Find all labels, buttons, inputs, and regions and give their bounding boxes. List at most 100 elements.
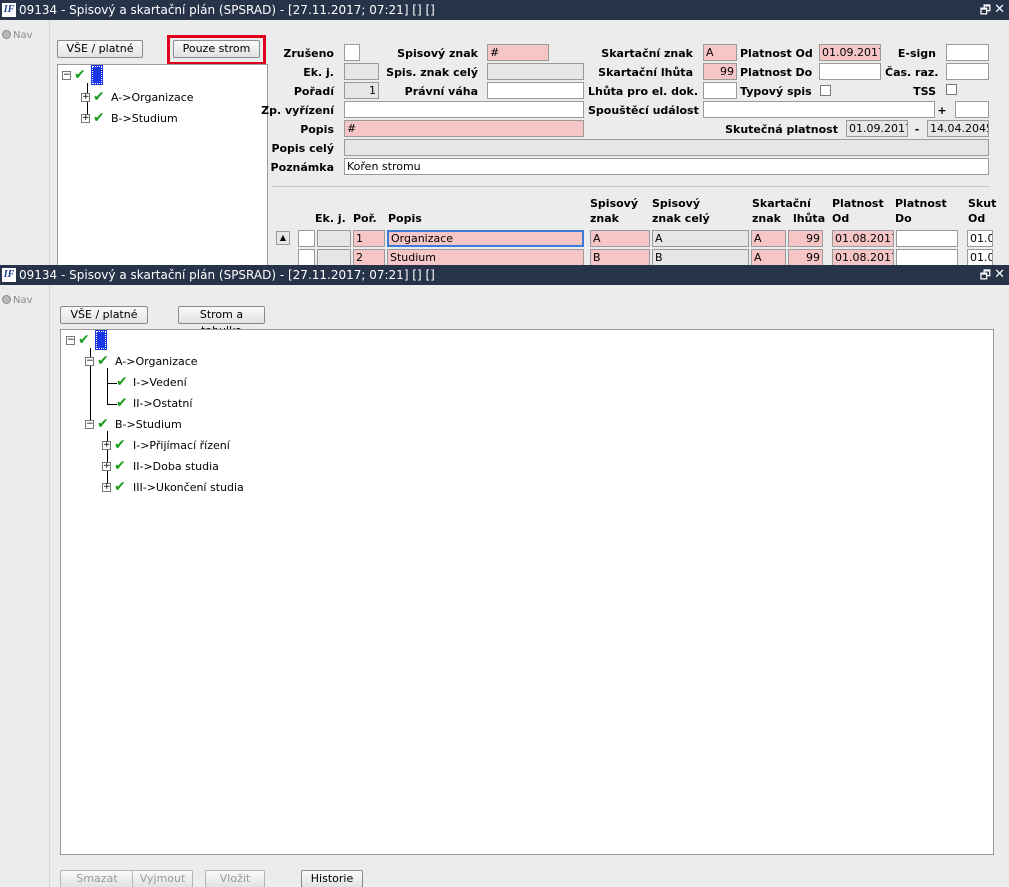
expand-icon[interactable]: + [81,93,90,102]
form-separator [272,186,990,187]
row-platnost-od[interactable]: 01.08.2017 [832,249,894,265]
expand-icon[interactable]: + [102,441,111,450]
cas-raz-field[interactable] [946,63,989,80]
col-header-ek-j: Ek. j. [315,212,346,225]
row-sk-znak[interactable]: A [751,230,786,247]
restore-icon[interactable]: 🗗 [980,265,991,285]
expand-icon[interactable]: + [102,483,111,492]
pravni-vaha-field[interactable] [487,82,584,99]
expand-icon[interactable]: + [102,462,111,471]
app-logo-icon: IF [2,268,16,282]
tree-node-studium[interactable]: B->Studium [111,112,178,125]
platnost-do-field[interactable] [819,63,881,80]
scroll-up-icon[interactable]: ▲ [276,231,290,245]
row-por[interactable]: 1 [353,230,385,247]
spsrad-window-top: IF 09134 - Spisový a skartační plán (SPS… [0,0,1009,265]
col-header-lhuta: lhůta [793,212,826,225]
tree-node-studium[interactable]: B->Studium [115,418,182,431]
strom-a-tabulka-button[interactable]: Strom a tabulka [178,306,265,337]
row-znak[interactable]: B [590,249,650,265]
smazat-button[interactable]: Smazat [60,870,134,887]
check-icon: ✔ [97,416,109,432]
typovy-spis-checkbox[interactable] [820,85,831,96]
col-header-znak-cely-1: Spisový [652,197,701,210]
check-icon: ✔ [116,395,128,411]
left-nav-strip: Nav [0,20,50,265]
restore-icon[interactable]: 🗗 [980,0,991,20]
zp-vyrizeni-field[interactable] [344,101,584,118]
close-icon[interactable]: ✕ [994,0,1005,20]
row-platnost-od[interactable]: 01.08.2017 [832,230,894,247]
row-por[interactable]: 2 [353,249,385,265]
row-popis[interactable]: Studium [387,249,584,265]
row-platnost-do[interactable] [896,230,958,247]
tree-node-ukonceni-studia[interactable]: III->Ukončení studia [133,481,244,494]
collapse-icon[interactable]: − [62,71,71,80]
row-lhuta[interactable]: 99 [788,249,823,265]
vlozit-button[interactable]: Vložit [205,870,265,887]
typovy-spis-label: Typový spis [740,85,812,98]
esign-field[interactable] [946,44,989,61]
spisovy-znak-field[interactable]: # [487,44,549,61]
collapse-icon[interactable]: − [66,336,75,345]
check-icon: ✔ [74,67,86,83]
tss-label: TSS [913,85,936,98]
row-lhuta[interactable]: 99 [788,230,823,247]
root-node-icon[interactable] [91,65,103,85]
lhuta-el-dok-field[interactable] [703,82,737,99]
poznamka-field[interactable]: Kořen stromu [344,158,989,175]
nav-toggle[interactable]: Nav [2,295,33,306]
row-selector[interactable] [298,230,315,247]
row-skut-od: 01.0 [967,249,993,265]
tree-panel[interactable]: − ✔ − ✔ A->Organizace ✔ I->Vedení ✔ II->… [60,329,994,855]
tree-node-doba-studia[interactable]: II->Doba studia [133,460,219,473]
zruseno-field[interactable] [344,44,360,61]
nav-toggle[interactable]: Nav [2,30,33,41]
historie-button[interactable]: Historie [301,870,363,887]
pravni-vaha-label: Právní váha [404,85,478,98]
collapse-icon[interactable]: − [85,357,94,366]
row-popis[interactable]: Organizace [387,230,584,247]
row-ek-j [317,230,351,247]
spousteci-udalost-field[interactable] [703,101,935,118]
row-sk-znak[interactable]: A [751,249,786,265]
ek-j-field [344,63,379,80]
vse-platne-button[interactable]: VŠE / platné [60,306,148,324]
tree-node-organizace[interactable]: A->Organizace [115,355,198,368]
skartacni-znak-field[interactable]: A [703,44,737,61]
tree-node-prijimaci-rizeni[interactable]: I->Přijímací řízení [133,439,230,452]
tree-node-organizace[interactable]: A->Organizace [111,91,194,104]
platnost-od-field[interactable]: 01.09.2017 [819,44,881,61]
vyjmout-button[interactable]: Vyjmout [132,870,193,887]
row-skut-od: 01.0 [967,230,993,247]
pouze-strom-button[interactable]: Pouze strom [173,40,260,58]
spousteci-offset-field[interactable] [955,101,989,118]
root-node-icon[interactable] [95,330,107,350]
check-icon: ✔ [114,458,126,474]
zruseno-label: Zrušeno [283,47,334,60]
tree-panel[interactable]: − ✔ + ✔ A->Organizace + ✔ B->Studium [57,64,268,265]
plus-label: + [937,104,947,117]
lhuta-el-dok-label: Lhůta pro el. dok. [588,85,699,98]
col-header-znak-cely-2: znak celý [652,212,710,225]
tree-node-ostatni[interactable]: II->Ostatní [133,397,192,410]
spousteci-udalost-label: Spouštěcí událost [588,104,699,117]
popis-field[interactable]: # [344,120,584,137]
vse-platne-button[interactable]: VŠE / platné [57,40,143,58]
row-znak[interactable]: A [590,230,650,247]
ek-j-label: Ek. j. [303,66,334,79]
left-nav-strip: Nav [0,285,50,887]
row-platnost-do[interactable] [896,249,958,265]
tss-checkbox[interactable] [946,84,957,95]
row-selector[interactable] [298,249,315,265]
skartacni-lhuta-field[interactable]: 99 [703,63,737,80]
col-header-spisovy-znak-1: Spisový [590,197,639,210]
close-icon[interactable]: ✕ [994,265,1005,285]
collapse-icon[interactable]: − [85,420,94,429]
tree-node-vedeni[interactable]: I->Vedení [133,376,187,389]
col-header-skartacni-znak: znak [752,212,781,225]
col-header-platnost-od-2: Od [832,212,850,225]
window-title: 09134 - Spisový a skartační plán (SPSRAD… [19,268,435,282]
cas-raz-label: Čas. raz. [885,66,939,79]
expand-icon[interactable]: + [81,114,90,123]
